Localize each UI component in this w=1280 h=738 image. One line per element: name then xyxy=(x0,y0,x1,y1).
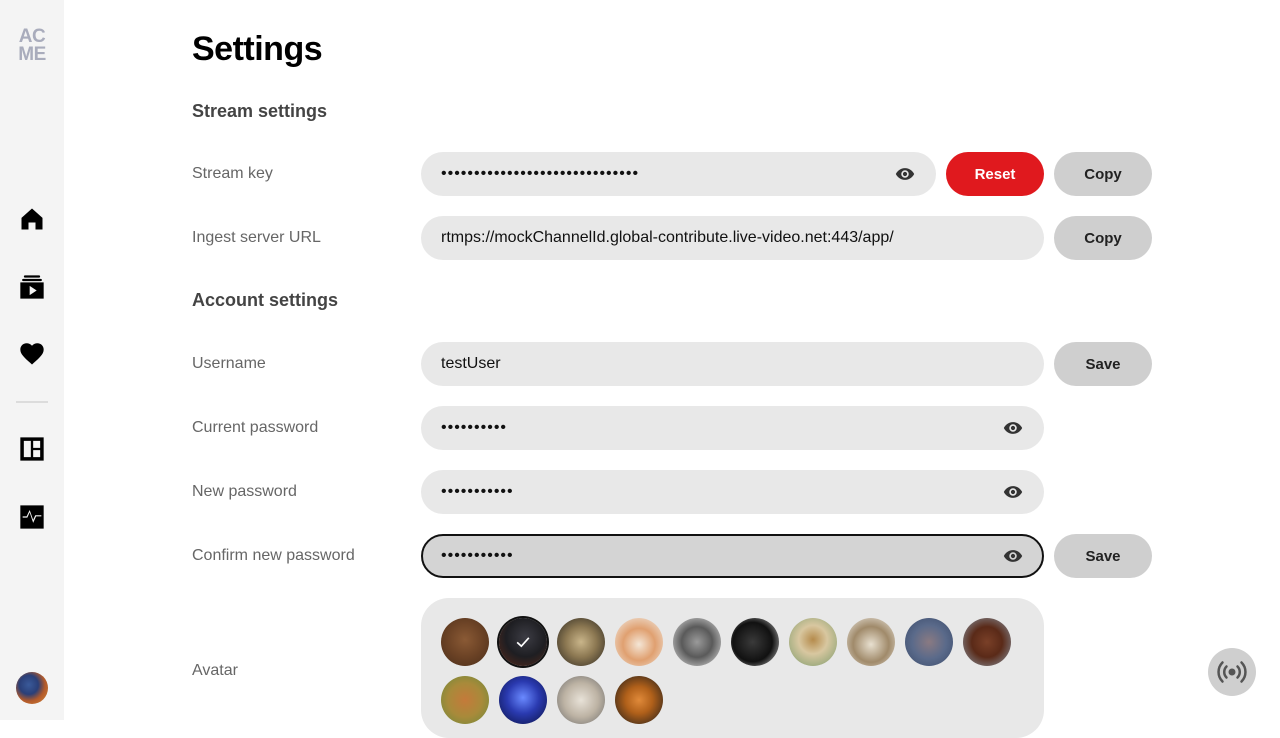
activity-icon[interactable] xyxy=(16,501,48,533)
broadcast-icon xyxy=(1217,661,1247,683)
reset-stream-key-button[interactable]: Reset xyxy=(946,152,1044,196)
avatar-option-pug[interactable] xyxy=(731,618,779,666)
home-icon[interactable] xyxy=(16,203,48,235)
stream-key-field[interactable]: •••••••••••••••••••••••••••••• xyxy=(421,152,936,196)
show-confirm-password-eye-icon[interactable] xyxy=(1002,545,1024,567)
nav-divider xyxy=(16,401,48,403)
heart-icon[interactable] xyxy=(16,338,48,370)
settings-main: Settings Stream settings Stream key ••••… xyxy=(192,0,1172,738)
current-password-input[interactable]: •••••••••• xyxy=(421,406,1044,450)
username-input[interactable]: testUser xyxy=(421,342,1044,386)
avatar-option-giraffe[interactable] xyxy=(789,618,837,666)
new-password-value: ••••••••••• xyxy=(441,483,514,500)
ingest-url-value: rtmps://mockChannelId.global-contribute.… xyxy=(441,229,894,246)
stream-key-label: Stream key xyxy=(192,165,273,182)
avatar-option-jellyfish[interactable] xyxy=(499,676,547,724)
copy-stream-key-button[interactable]: Copy xyxy=(1054,152,1152,196)
avatar-option-bear[interactable] xyxy=(441,618,489,666)
current-password-label: Current password xyxy=(192,419,319,436)
account-settings-heading: Account settings xyxy=(192,290,339,310)
avatar-option-eagle[interactable] xyxy=(499,618,547,666)
go-live-button[interactable] xyxy=(1208,648,1256,696)
acme-logo[interactable]: AC ME xyxy=(16,27,48,65)
ingest-url-label: Ingest server URL xyxy=(192,229,321,246)
avatar-option-horse[interactable] xyxy=(963,618,1011,666)
logo-line-2: ME xyxy=(18,44,46,65)
avatar-option-shiba[interactable] xyxy=(615,618,663,666)
confirm-password-label: Confirm new password xyxy=(192,547,355,564)
current-password-value: •••••••••• xyxy=(441,419,508,436)
show-stream-key-eye-icon[interactable] xyxy=(894,163,916,185)
selected-check-icon xyxy=(499,618,547,666)
page-title: Settings xyxy=(192,30,323,68)
avatar-label: Avatar xyxy=(192,662,238,679)
ingest-url-field[interactable]: rtmps://mockChannelId.global-contribute.… xyxy=(421,216,1044,260)
stream-settings-heading: Stream settings xyxy=(192,101,328,121)
user-avatar[interactable] xyxy=(16,672,48,704)
save-username-button[interactable]: Save xyxy=(1054,342,1152,386)
stream-key-value: •••••••••••••••••••••••••••••• xyxy=(441,165,640,182)
username-label: Username xyxy=(192,355,266,372)
new-password-label: New password xyxy=(192,483,297,500)
show-new-password-eye-icon[interactable] xyxy=(1002,481,1024,503)
avatar-option-hedgehog[interactable] xyxy=(847,618,895,666)
save-password-button[interactable]: Save xyxy=(1054,534,1152,578)
sidebar: AC ME xyxy=(0,0,64,720)
video-library-icon[interactable] xyxy=(16,271,48,303)
avatar-option-tiger[interactable] xyxy=(615,676,663,724)
confirm-password-value: ••••••••••• xyxy=(441,547,514,564)
avatar-option-pitbull[interactable] xyxy=(673,618,721,666)
avatar-picker xyxy=(421,598,1044,738)
username-value: testUser xyxy=(441,355,501,372)
show-current-password-eye-icon[interactable] xyxy=(1002,417,1024,439)
avatar-option-owl[interactable] xyxy=(557,618,605,666)
copy-ingest-url-button[interactable]: Copy xyxy=(1054,216,1152,260)
avatar-option-gazelle[interactable] xyxy=(441,676,489,724)
dashboard-icon[interactable] xyxy=(16,433,48,465)
avatar-option-hippo[interactable] xyxy=(905,618,953,666)
new-password-input[interactable]: ••••••••••• xyxy=(421,470,1044,514)
avatar-option-lamb[interactable] xyxy=(557,676,605,724)
confirm-password-input[interactable]: ••••••••••• xyxy=(421,534,1044,578)
